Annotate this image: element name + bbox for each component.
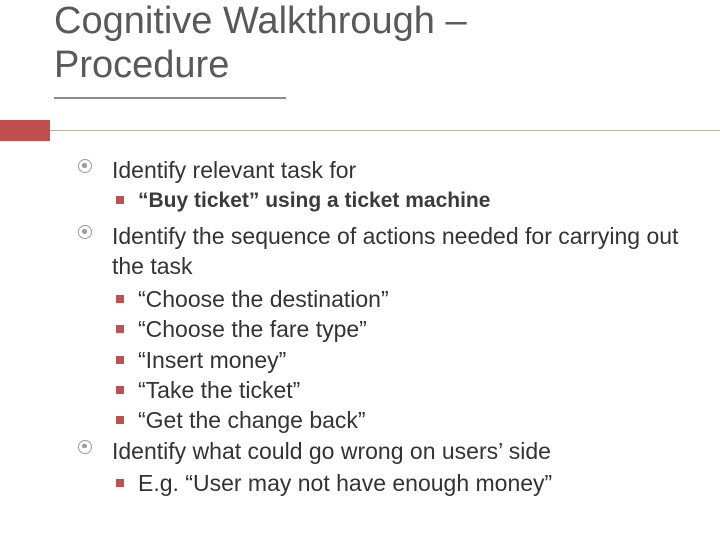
slide: Cognitive Walkthrough – Procedure Identi… <box>0 0 720 540</box>
square-bullet-icon <box>116 325 124 333</box>
bullet-level2: “Choose the fare type” <box>78 314 688 344</box>
bullet-text: Identify what could go wrong on users’ s… <box>112 438 551 464</box>
bullet-text: “Get the change back” <box>138 407 366 433</box>
bullet-level1: Identify the sequence of actions needed … <box>78 221 688 282</box>
square-bullet-icon <box>116 196 124 204</box>
bullet-level1: Identify what could go wrong on users’ s… <box>78 436 688 466</box>
square-bullet-icon <box>116 356 124 364</box>
bullet-text: “Buy ticket” using a ticket machine <box>138 189 490 212</box>
title-line-1: Cognitive Walkthrough – <box>54 0 467 42</box>
bullet-text: Identify relevant task for <box>112 157 356 183</box>
slide-title: Cognitive Walkthrough – Procedure <box>54 0 674 87</box>
bullet-level2-emph: “Buy ticket” using a ticket machine <box>78 187 688 215</box>
bullet-level2: “Choose the destination” <box>78 284 688 314</box>
circle-dot-icon <box>78 159 92 173</box>
bullet-text: “Choose the fare type” <box>138 316 367 342</box>
title-underline <box>54 97 286 99</box>
square-bullet-icon <box>116 386 124 394</box>
bullet-level2: E.g. “User may not have enough money” <box>78 468 688 498</box>
bullet-level1: Identify relevant task for <box>78 155 688 185</box>
square-bullet-icon <box>116 479 124 487</box>
slide-content: Identify relevant task for “Buy ticket” … <box>78 155 688 498</box>
bullet-level2: “Insert money” <box>78 345 688 375</box>
circle-dot-icon <box>78 225 92 239</box>
bullet-level2: “Take the ticket” <box>78 375 688 405</box>
accent-bar <box>0 120 50 141</box>
bullet-text: Identify the sequence of actions needed … <box>112 223 678 279</box>
bullet-level2: “Get the change back” <box>78 405 688 435</box>
bullet-text: “Insert money” <box>138 347 286 373</box>
square-bullet-icon <box>116 416 124 424</box>
bullet-text: E.g. “User may not have enough money” <box>138 470 552 496</box>
bullet-text: “Take the ticket” <box>138 377 300 403</box>
bullet-text: “Choose the destination” <box>138 286 389 312</box>
square-bullet-icon <box>116 295 124 303</box>
accent-line <box>50 130 720 131</box>
circle-dot-icon <box>78 440 92 454</box>
title-line-2: Procedure <box>54 44 229 86</box>
